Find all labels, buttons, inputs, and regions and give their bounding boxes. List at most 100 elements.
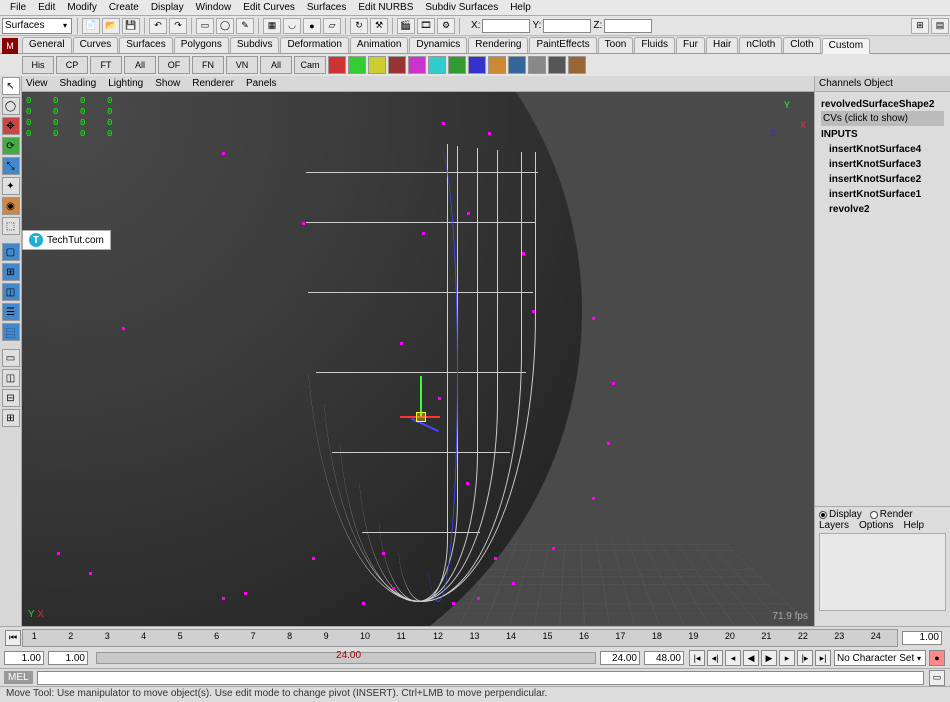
cv-point[interactable] — [222, 152, 225, 155]
paint-icon[interactable]: ✎ — [236, 18, 254, 34]
hyper-view[interactable]: ⿳ — [2, 323, 20, 341]
shelf-icon-7[interactable] — [468, 56, 486, 74]
menu-display[interactable]: Display — [151, 2, 184, 13]
four-view[interactable]: ⊞ — [2, 263, 20, 281]
layer-menu-layers[interactable]: Layers — [819, 520, 849, 531]
channel-tabs[interactable]: Channels Object — [815, 76, 950, 92]
cv-point[interactable] — [122, 327, 125, 330]
new-icon[interactable]: 📄 — [82, 18, 100, 34]
save-icon[interactable]: 💾 — [122, 18, 140, 34]
cv-point[interactable] — [477, 597, 480, 600]
shelf-icon-5[interactable] — [428, 56, 446, 74]
ipr-icon[interactable]: 🎞 — [417, 18, 435, 34]
shelf-tab-deformation[interactable]: Deformation — [280, 37, 348, 53]
shelf-tab-hair[interactable]: Hair — [706, 37, 738, 53]
rewind-icon[interactable]: ⏮ — [5, 630, 21, 646]
layer-list[interactable] — [819, 533, 946, 611]
undo-icon[interactable]: ↶ — [149, 18, 167, 34]
manip-y-axis[interactable] — [420, 376, 422, 416]
command-input[interactable] — [37, 671, 924, 685]
cv-point[interactable] — [244, 592, 247, 595]
x-input[interactable] — [482, 19, 530, 33]
layer-menu-help[interactable]: Help — [903, 520, 924, 531]
cv-point[interactable] — [467, 212, 470, 215]
cv-point[interactable] — [222, 597, 225, 600]
cv-point[interactable] — [466, 482, 469, 485]
play-fwd-icon[interactable]: ▶ — [761, 650, 777, 666]
outliner-view[interactable]: ☰ — [2, 303, 20, 321]
shelf-icon-10[interactable] — [528, 56, 546, 74]
render-settings-icon[interactable]: ⚙ — [437, 18, 455, 34]
z-input[interactable] — [604, 19, 652, 33]
step-back-icon[interactable]: ◂| — [707, 650, 723, 666]
cv-point[interactable] — [422, 232, 425, 235]
shelf-icon-8[interactable] — [488, 56, 506, 74]
menu-edit-nurbs[interactable]: Edit NURBS — [358, 2, 413, 13]
cv-point[interactable] — [488, 132, 491, 135]
move-manipulator[interactable] — [400, 386, 460, 446]
menu-subdiv-surfaces[interactable]: Subdiv Surfaces — [425, 2, 498, 13]
shelf-btn-ft[interactable]: FT — [90, 56, 122, 74]
input-node[interactable]: insertKnotSurface1 — [821, 188, 944, 201]
cv-point[interactable] — [552, 547, 555, 550]
shelf-tab-ncloth[interactable]: nCloth — [739, 37, 782, 53]
menu-window[interactable]: Window — [196, 2, 232, 13]
autokey-icon[interactable]: ● — [929, 650, 945, 666]
manip-tool[interactable]: ✦ — [2, 177, 20, 195]
menu-edit-curves[interactable]: Edit Curves — [243, 2, 295, 13]
shelf-btn-of[interactable]: OF — [158, 56, 190, 74]
cv-point[interactable] — [592, 317, 595, 320]
cv-point[interactable] — [442, 122, 445, 125]
shelf-tab-animation[interactable]: Animation — [350, 37, 408, 53]
timeline-ruler[interactable]: 123456789101112131415161718192021222324 — [22, 629, 898, 647]
shelf-icon-11[interactable] — [548, 56, 566, 74]
cv-point[interactable] — [592, 497, 595, 500]
select-icon[interactable]: ▭ — [196, 18, 214, 34]
snap-curve-icon[interactable]: ◡ — [283, 18, 301, 34]
menu-create[interactable]: Create — [109, 2, 139, 13]
time-slider[interactable]: ⏮ 12345678910111213141516171819202122232… — [0, 626, 950, 648]
shape-node[interactable]: revolvedSurfaceShape2 — [821, 98, 944, 111]
cv-point[interactable] — [612, 382, 615, 385]
cv-point[interactable] — [362, 602, 365, 605]
y-input[interactable] — [543, 19, 591, 33]
layout3[interactable]: ⊟ — [2, 389, 20, 407]
shelf-btn-his[interactable]: His — [22, 56, 54, 74]
shelf-tab-polygons[interactable]: Polygons — [174, 37, 229, 53]
persp-view[interactable]: ◫ — [2, 283, 20, 301]
next-key-icon[interactable]: ▸ — [779, 650, 795, 666]
cv-point[interactable] — [494, 557, 497, 560]
vp-menu-show[interactable]: Show — [155, 78, 180, 89]
cv-point[interactable] — [532, 310, 535, 313]
layer-menu-options[interactable]: Options — [859, 520, 893, 531]
cv-point[interactable] — [89, 572, 92, 575]
layout4[interactable]: ⊞ — [2, 409, 20, 427]
play-back-icon[interactable]: ◀ — [743, 650, 759, 666]
layout2[interactable]: ◫ — [2, 369, 20, 387]
scale-tool[interactable]: ⤡ — [2, 157, 20, 175]
shelf-tab-toon[interactable]: Toon — [598, 37, 634, 53]
shelf-icon-1[interactable] — [348, 56, 366, 74]
shelf-tab-subdivs[interactable]: Subdivs — [230, 37, 280, 53]
input-node[interactable]: insertKnotSurface4 — [821, 143, 944, 156]
soft-tool[interactable]: ◉ — [2, 197, 20, 215]
shelf-icon-6[interactable] — [448, 56, 466, 74]
channel-toggle-icon[interactable]: ▤ — [931, 18, 949, 34]
cv-point[interactable] — [302, 222, 305, 225]
shelf-icon-12[interactable] — [568, 56, 586, 74]
layout1[interactable]: ▭ — [2, 349, 20, 367]
menu-surfaces[interactable]: Surfaces — [307, 2, 346, 13]
last-tool[interactable]: ⬚ — [2, 217, 20, 235]
redo-icon[interactable]: ↷ — [169, 18, 187, 34]
history-icon[interactable]: ↻ — [350, 18, 368, 34]
render-icon[interactable]: 🎬 — [397, 18, 415, 34]
time-field[interactable]: 1.00 — [902, 631, 942, 645]
cv-point[interactable] — [312, 557, 315, 560]
range-end[interactable] — [600, 651, 640, 665]
vp-menu-panels[interactable]: Panels — [246, 78, 277, 89]
input-node[interactable]: insertKnotSurface3 — [821, 158, 944, 171]
script-editor-icon[interactable]: ▭ — [929, 670, 945, 686]
shelf-btn-all[interactable]: All — [124, 56, 156, 74]
shelf-btn-fn[interactable]: FN — [192, 56, 224, 74]
vp-menu-renderer[interactable]: Renderer — [192, 78, 234, 89]
